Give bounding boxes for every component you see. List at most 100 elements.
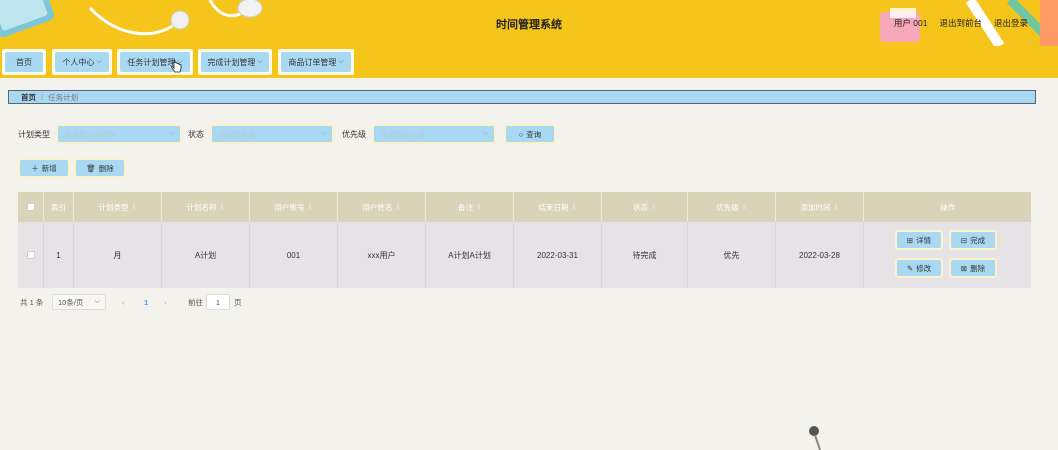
complete-button-label: 完成 xyxy=(970,235,986,245)
cell-status: 待完成 xyxy=(602,222,688,288)
query-button[interactable]: ○ 查询 xyxy=(504,124,556,144)
cell-remark: A计划A计划 xyxy=(426,222,514,288)
nav-item-label: 完成计划管理 xyxy=(207,57,256,67)
back-to-front-link[interactable]: 退出到前台 xyxy=(939,17,982,29)
cell-user-name: xxx用户 xyxy=(338,222,426,288)
chevron-down-icon: ⌵ xyxy=(94,298,100,305)
chevron-down-icon: ⌵ xyxy=(168,130,174,137)
header-plan-type[interactable]: 计划类型 ⇕ xyxy=(74,192,162,222)
nav-item-label: 个人中心 xyxy=(62,57,95,67)
logout-link[interactable]: 退出登录 xyxy=(994,17,1028,29)
table-header: 索引 计划类型 ⇕ 计划名称 ⇕ 用户账号 ⇕ 用户姓名 ⇕ 备注 ⇕ 结束日期 ⇕ 状态 ⇕… xyxy=(18,192,1031,222)
next-page-button[interactable]: › xyxy=(164,294,167,310)
search-icon: ○ xyxy=(518,129,524,139)
detail-button[interactable]: ⊞ 详情 xyxy=(895,230,943,250)
sort-icon: ⇕ xyxy=(571,204,577,211)
nav-item-label: 首页 xyxy=(16,57,32,67)
chevron-down-icon: ⌵ xyxy=(320,130,326,137)
status-label: 状态 xyxy=(188,130,204,139)
priority-placeholder: 请选择优先级 xyxy=(380,129,425,139)
row-checkbox[interactable] xyxy=(18,222,44,288)
nav-item-home[interactable]: 首页 xyxy=(2,49,46,75)
sort-icon: ⇕ xyxy=(395,204,401,211)
chevron-down-icon: ⌵ xyxy=(257,58,263,65)
header-remark[interactable]: 备注 ⇕ xyxy=(426,192,514,222)
hand-cursor-icon xyxy=(171,60,182,73)
header-status[interactable]: 状态 ⇕ xyxy=(602,192,688,222)
breadcrumb-current: 任务计划 xyxy=(48,92,79,102)
page-size-select[interactable]: 10条/页 ⌵ xyxy=(52,294,106,310)
goto-label: 前往 xyxy=(188,297,203,307)
edit-button[interactable]: ✎ 修改 xyxy=(895,258,943,278)
detail-icon: ⊞ xyxy=(906,235,914,245)
top-nav: 首页 个人中心 ⌵ 任务计划管理 ⌵ 完成计划管理 ⌵ 商品订单管理 ⌵ xyxy=(0,46,1058,78)
sort-icon: ⇕ xyxy=(650,204,657,211)
current-user-label: 用户 001 xyxy=(893,18,928,28)
nav-item-completed-plan[interactable]: 完成计划管理 ⌵ xyxy=(198,49,272,75)
cell-added-time: 2022-03-28 xyxy=(776,222,864,288)
status-placeholder: 请选择状态 xyxy=(218,129,256,139)
sort-icon: ⇕ xyxy=(219,204,225,211)
cell-plan-name: A计划 xyxy=(162,222,250,288)
status-select[interactable]: 请选择状态 ⌵ xyxy=(210,124,334,144)
sort-icon: ⇕ xyxy=(307,204,313,211)
cell-priority: 优先 xyxy=(688,222,776,288)
header-operations: 操作 xyxy=(940,202,955,212)
header-priority[interactable]: 优先级 ⇕ xyxy=(688,192,776,222)
decorative-pin-icon xyxy=(809,426,821,450)
pagination: 共 1 条 10条/页 ⌵ ‹ 1 › 前往 1 页 xyxy=(20,294,420,310)
breadcrumb-home[interactable]: 首页 xyxy=(21,92,36,103)
header-index: 索引 xyxy=(44,192,74,222)
sort-icon: ⇕ xyxy=(833,204,839,211)
add-button[interactable]: ＋新增 xyxy=(18,158,70,178)
select-all-checkbox[interactable] xyxy=(18,192,44,222)
complete-button[interactable]: ⊟ 完成 xyxy=(949,230,997,250)
header-plan-name[interactable]: 计划名称 ⇕ xyxy=(162,192,250,222)
row-delete-button[interactable]: ⊠ 删除 xyxy=(949,258,997,278)
delete-button[interactable]: 🗑 删除 xyxy=(74,158,126,178)
query-button-label: 查询 xyxy=(526,129,542,139)
edit-button-label: 修改 xyxy=(916,263,932,273)
cell-account: 001 xyxy=(250,222,338,288)
header-account[interactable]: 用户账号 ⇕ xyxy=(250,192,338,222)
priority-select[interactable]: 请选择优先级 ⌵ xyxy=(372,124,496,144)
header: 时间管理系统 用户 001 退出到前台 退出登录 xyxy=(0,0,1058,46)
plan-type-placeholder: 请选择计划类型 xyxy=(64,129,117,139)
plan-type-label: 计划类型 xyxy=(18,130,50,139)
trash-icon: ⊠ xyxy=(960,263,968,273)
header-added-time[interactable]: 添加时间 ⇕ xyxy=(776,192,864,222)
search-bar: 计划类型 请选择计划类型 ⌵ 状态 请选择状态 ⌵ 优先级 请选择优先级 ⌵ ○ 查询 xyxy=(0,124,1058,144)
sort-icon: ⇕ xyxy=(475,204,482,211)
priority-label: 优先级 xyxy=(342,130,366,139)
trash-icon: 🗑 xyxy=(86,163,96,173)
nav-item-personal-center[interactable]: 个人中心 ⌵ xyxy=(52,49,112,75)
total-count: 共 1 条 xyxy=(20,297,44,307)
prev-page-button[interactable]: ‹ xyxy=(122,294,125,310)
nav-item-label: 任务计划管理 xyxy=(127,57,176,67)
edit-icon: ✎ xyxy=(906,263,914,273)
cell-index: 1 xyxy=(44,222,74,288)
breadcrumb: 首页 / 任务计划 xyxy=(8,90,1036,104)
detail-button-label: 详情 xyxy=(916,235,932,245)
chevron-down-icon: ⌵ xyxy=(96,58,102,65)
complete-icon: ⊟ xyxy=(960,235,968,245)
header-user-name[interactable]: 用户姓名 ⇕ xyxy=(338,192,426,222)
plus-icon: ＋ xyxy=(31,163,39,173)
cell-end-date: 2022-03-31 xyxy=(514,222,602,288)
delete-button-label: 删除 xyxy=(98,163,114,173)
table-row: 1 月 A计划 001 xxx用户 A计划A计划 2022-03-31 待完成 … xyxy=(18,222,1031,288)
page-suffix: 页 xyxy=(234,297,242,307)
user-area: 用户 001 退出到前台 退出登录 xyxy=(894,17,1028,29)
nav-item-label: 商品订单管理 xyxy=(288,57,337,67)
goto-page-input[interactable]: 1 xyxy=(206,294,230,310)
sort-icon: ⇕ xyxy=(131,204,137,211)
plan-type-select[interactable]: 请选择计划类型 ⌵ xyxy=(56,124,182,144)
sort-icon: ⇕ xyxy=(741,204,747,211)
chevron-down-icon: ⌵ xyxy=(338,58,344,65)
nav-item-orders[interactable]: 商品订单管理 ⌵ xyxy=(278,49,354,75)
breadcrumb-separator: / xyxy=(41,92,44,102)
row-operations: ⊞ 详情 ⊟ 完成 ✎ 修改 ⊠ 删除 xyxy=(864,222,1031,288)
current-page[interactable]: 1 xyxy=(144,294,148,310)
header-end-date[interactable]: 结束日期 ⇕ xyxy=(514,192,602,222)
add-button-label: 新增 xyxy=(41,163,57,173)
